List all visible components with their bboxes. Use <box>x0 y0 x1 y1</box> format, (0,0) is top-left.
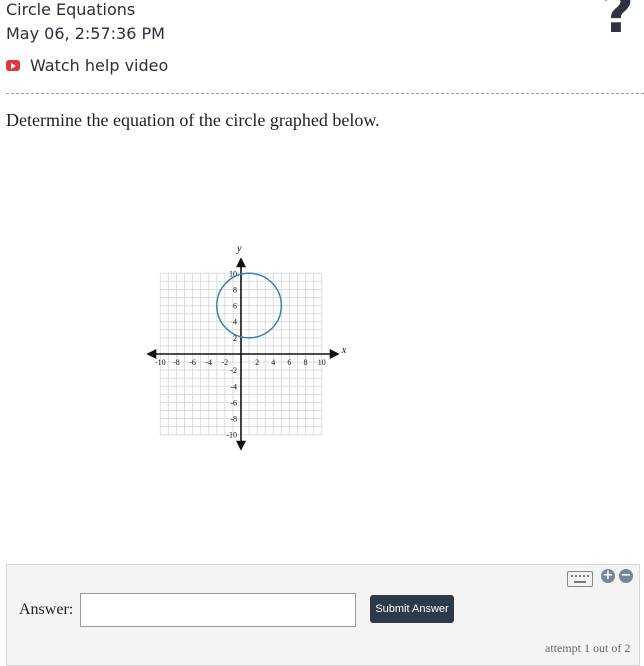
y-tick-label: -8 <box>230 415 237 424</box>
question-prompt: Determine the equation of the circle gra… <box>6 110 380 130</box>
x-tick-label: -10 <box>155 358 166 367</box>
answer-input[interactable] <box>80 593 356 627</box>
x-tick-label: -8 <box>173 358 180 367</box>
x-tick-label: 2 <box>255 358 259 367</box>
submit-answer-button[interactable]: Submit Answer <box>370 595 454 623</box>
x-tick-label: 4 <box>271 358 275 367</box>
watch-help-video-link[interactable]: Watch help video <box>6 56 168 75</box>
y-axis-down-arrow-icon <box>236 440 246 451</box>
x-tick-label: 6 <box>287 358 291 367</box>
zoom-in-icon[interactable]: + <box>601 569 615 583</box>
attempt-counter: attempt 1 out of 2 <box>545 641 631 655</box>
zoom-out-icon[interactable]: − <box>619 569 633 583</box>
video-play-icon <box>6 60 20 71</box>
y-tick-label: 8 <box>233 285 237 294</box>
x-axis-label: x <box>341 345 347 356</box>
x-tick-label: -6 <box>189 358 196 367</box>
divider <box>6 93 644 94</box>
x-tick-label: -4 <box>205 358 212 367</box>
answer-label: Answer: <box>19 601 74 618</box>
x-tick-label: -2 <box>222 358 229 367</box>
x-tick-label: 10 <box>318 358 326 367</box>
y-tick-label: -6 <box>230 398 237 407</box>
y-axis-label: y <box>236 243 242 254</box>
keyboard-icon[interactable] <box>567 571 593 587</box>
coordinate-graph: xy -10 -8 -6 -4 -2 2 4 6 8 10108642-2-4-6-8-10 <box>146 243 347 451</box>
x-tick-label: 8 <box>304 358 308 367</box>
page-title: Circle Equations <box>6 0 136 19</box>
y-tick-label: -4 <box>230 382 237 391</box>
timestamp: May 06, 2:57:36 PM <box>6 24 165 43</box>
y-tick-label: -10 <box>226 431 237 440</box>
help-question-icon[interactable]: ? <box>602 0 634 42</box>
y-tick-label: 6 <box>233 302 237 311</box>
y-tick-label: -2 <box>230 366 237 375</box>
y-tick-label: 4 <box>233 318 237 327</box>
help-video-label: Watch help video <box>30 56 169 75</box>
y-axis-up-arrow-icon <box>236 257 246 268</box>
x-axis-right-arrow-icon <box>329 349 340 359</box>
